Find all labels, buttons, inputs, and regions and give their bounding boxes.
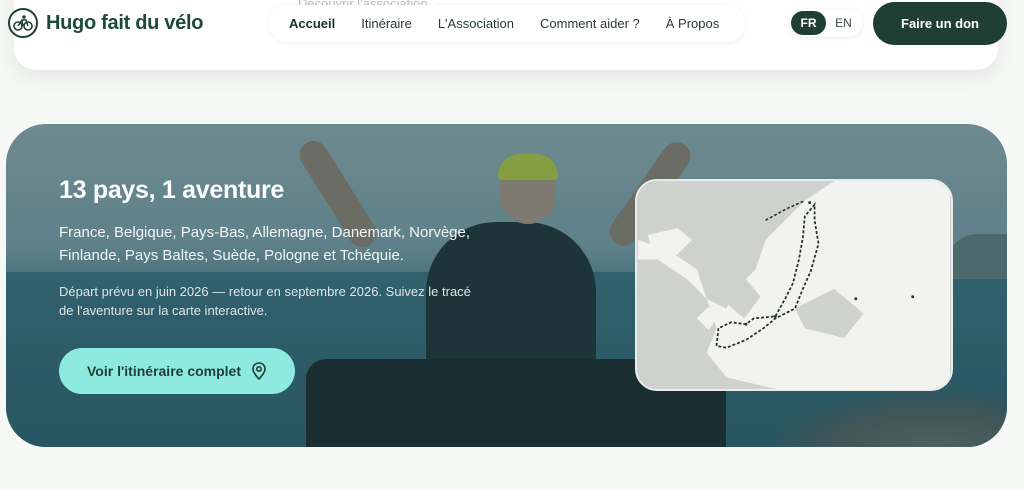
itinerary-button[interactable]: Voir l'itinéraire complet: [59, 348, 295, 394]
nav-item-accueil[interactable]: Accueil: [289, 16, 335, 31]
bicycle-logo-icon: [8, 8, 38, 38]
donate-button[interactable]: Faire un don: [873, 2, 1007, 45]
nav-item-a-propos[interactable]: À Propos: [666, 16, 719, 31]
nav-item-comment-aider[interactable]: Comment aider ?: [540, 16, 640, 31]
lang-en-button[interactable]: EN: [826, 11, 861, 35]
itinerary-button-label: Voir l'itinéraire complet: [87, 363, 241, 379]
map-pin-icon: [252, 362, 266, 380]
hero-countries: France, Belgique, Pays-Bas, Allemagne, D…: [59, 224, 471, 264]
hero-section: 13 pays, 1 aventure France, Belgique, Pa…: [6, 124, 1007, 447]
hero-description: Départ prévu en juin 2026 — retour en se…: [59, 284, 471, 318]
site-header: Hugo fait du vélo Accueil Itinéraire L'A…: [0, 0, 1024, 48]
brand-name: Hugo fait du vélo: [46, 11, 204, 34]
main-nav: Accueil Itinéraire L'Association Comment…: [269, 5, 745, 42]
nav-item-itineraire[interactable]: Itinéraire: [361, 16, 412, 31]
hero-title: 13 pays, 1 aventure: [59, 176, 284, 204]
europe-map-graphic: [638, 181, 950, 389]
lang-fr-button[interactable]: FR: [791, 11, 826, 35]
nav-item-association[interactable]: L'Association: [438, 16, 514, 31]
route-map[interactable]: [635, 179, 953, 391]
language-switcher: FR EN: [789, 9, 863, 37]
brand-logo[interactable]: Hugo fait du vélo: [8, 8, 203, 38]
